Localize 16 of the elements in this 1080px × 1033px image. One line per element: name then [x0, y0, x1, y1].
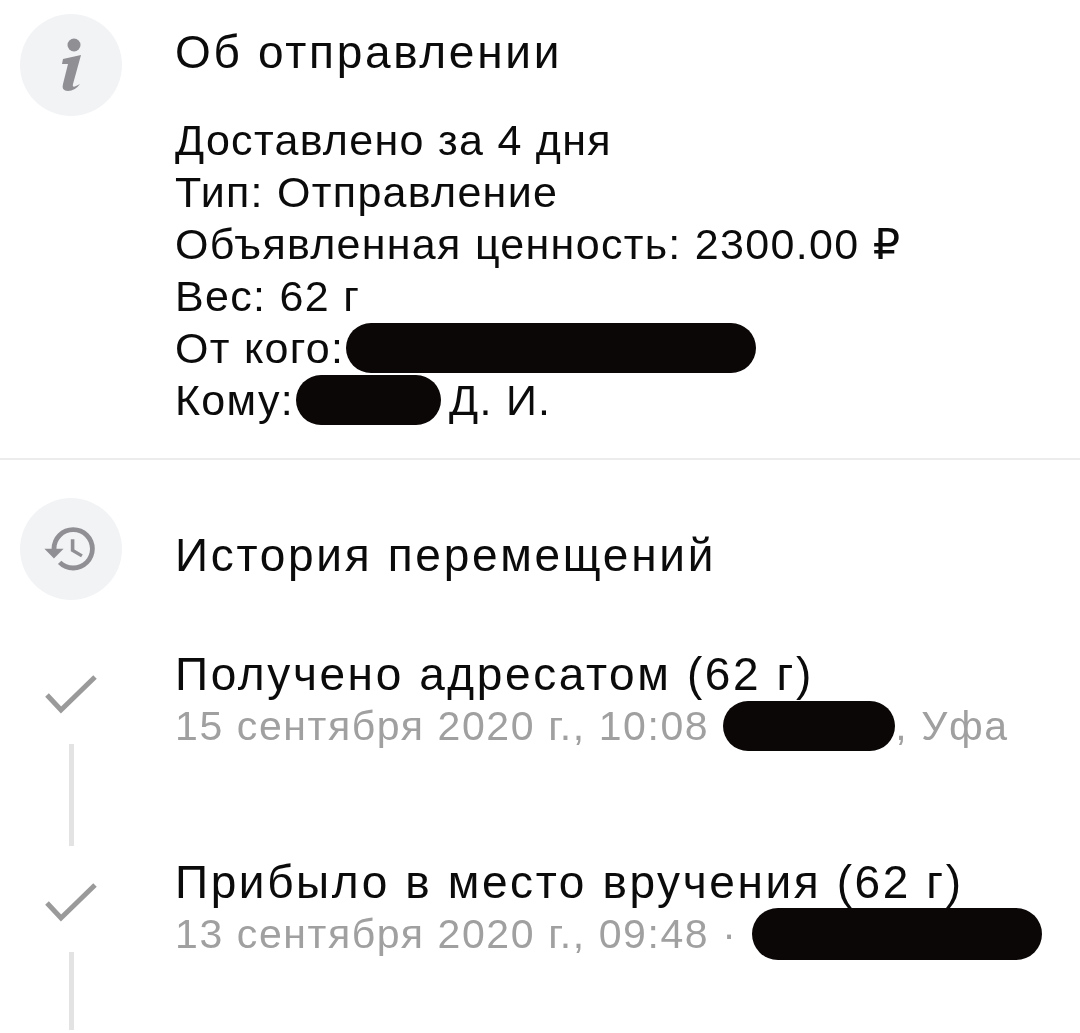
- info-text: Вес: 62 г: [175, 271, 361, 321]
- event-details: 15 сентября 2020 г., 10:08: [175, 702, 710, 750]
- info-text: Д. И.: [448, 375, 552, 425]
- info-text: Тип: Отправление: [175, 167, 559, 217]
- info-text: Кому:: [175, 375, 294, 425]
- event-title: Прибыло в место вручения (62 г): [175, 856, 964, 908]
- event-title: Получено адресатом (62 г): [175, 648, 814, 700]
- section-title: Об отправлении: [175, 26, 563, 78]
- history-icon: [20, 498, 122, 600]
- event-details: 13 сентября 2020 г., 09:48 ·: [175, 910, 738, 958]
- info-text: От кого:: [175, 323, 345, 373]
- info-text: Доставлено за 4 дня: [175, 115, 612, 165]
- event-details: , Уфа: [895, 702, 1009, 750]
- info-icon: [20, 14, 122, 116]
- section-title: История перемещений: [175, 529, 717, 581]
- info-text: Объявленная ценность: 2300.00 ₽: [175, 219, 902, 269]
